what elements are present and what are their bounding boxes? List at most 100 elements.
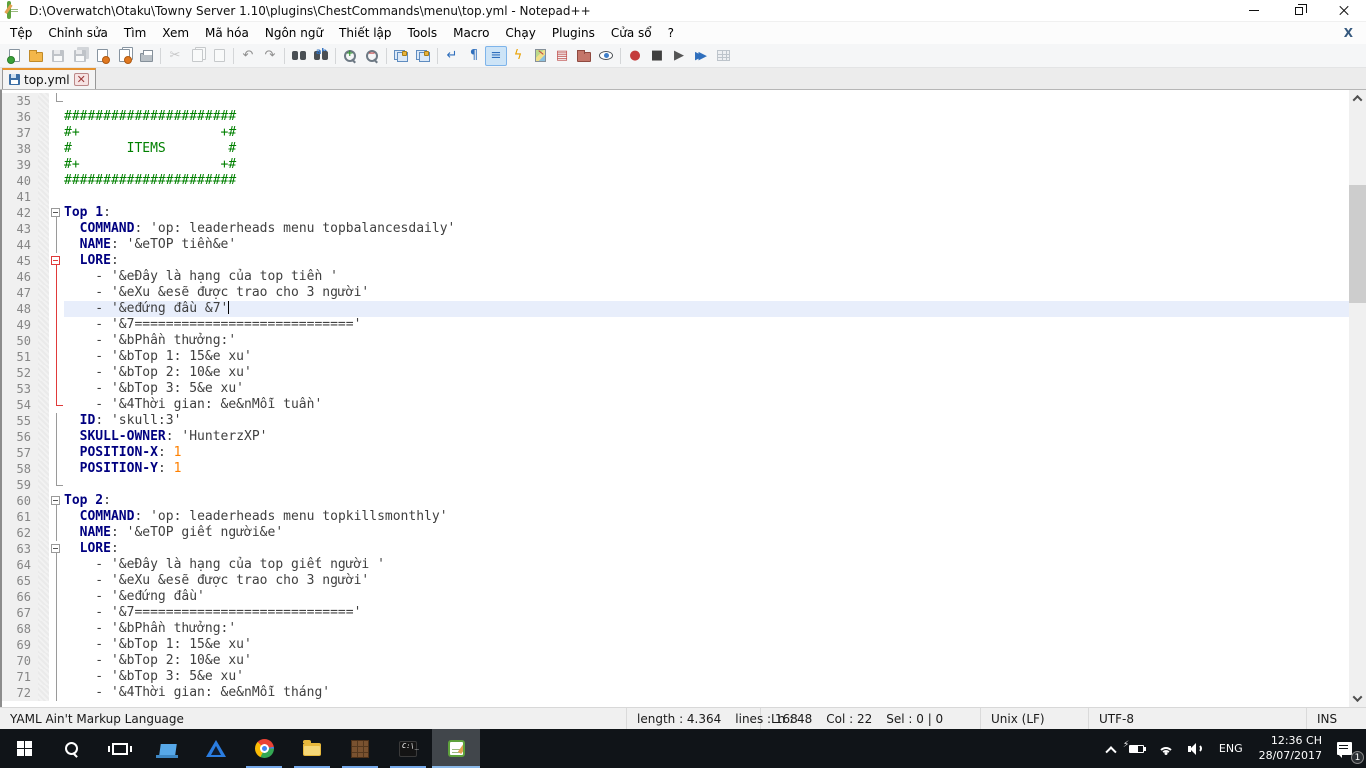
- fold-margin[interactable]: [49, 541, 64, 557]
- menu-run[interactable]: Chạy: [497, 23, 543, 43]
- menu-window[interactable]: Cửa sổ: [603, 23, 660, 43]
- fold-margin[interactable]: [49, 253, 64, 269]
- line-number: 51: [2, 349, 38, 365]
- save-all-icon[interactable]: [69, 46, 91, 66]
- code-line-47: 47 - '&eXu &esẽ được trao cho 3 người': [2, 285, 1349, 301]
- code-line-71: 71 - '&bTop 3: 5&e xu': [2, 669, 1349, 685]
- code-text: - '&4Thời gian: &e&nMỗi tuần': [64, 397, 1349, 413]
- zoom-out-icon[interactable]: −: [361, 46, 383, 66]
- menu-settings[interactable]: Thiết lập: [331, 23, 399, 43]
- menu-tools[interactable]: Tools: [400, 23, 446, 43]
- menu-file[interactable]: Tệp: [2, 23, 40, 43]
- menu-macro[interactable]: Macro: [445, 23, 497, 43]
- scroll-down-arrow[interactable]: [1349, 690, 1366, 707]
- sync-horizontal-icon[interactable]: [412, 46, 434, 66]
- desktop: D:\Overwatch\Otaku\Towny Server 1.10\plu…: [0, 0, 1366, 768]
- line-number: 50: [2, 333, 38, 349]
- battery-icon[interactable]: [1122, 729, 1151, 768]
- scrollbar-thumb[interactable]: [1349, 185, 1366, 303]
- blue-triangle-app-button[interactable]: [192, 729, 240, 768]
- menu-plugins[interactable]: Plugins: [544, 23, 603, 43]
- indent-guide-icon[interactable]: ≡: [485, 46, 507, 66]
- code-text: - '&4Thời gian: &e&nMỗi tháng': [64, 685, 1349, 701]
- open-icon[interactable]: [25, 46, 47, 66]
- paste-icon[interactable]: [208, 46, 230, 66]
- language-indicator[interactable]: ENG: [1211, 729, 1251, 768]
- vertical-scrollbar[interactable]: [1349, 90, 1366, 707]
- code-line-62: 62 NAME: '&eTOP giết người&e': [2, 525, 1349, 541]
- close-button[interactable]: [1321, 0, 1366, 21]
- restore-button[interactable]: [1276, 0, 1321, 21]
- macro-run-multi-icon[interactable]: ▶▶: [690, 46, 712, 66]
- find-icon[interactable]: [288, 46, 310, 66]
- eol-format-label[interactable]: Unix (LF): [981, 708, 1089, 729]
- redo-icon[interactable]: ↷: [259, 46, 281, 66]
- task-view-button[interactable]: [96, 729, 144, 768]
- code-line-42: 42Top 1:: [2, 205, 1349, 221]
- line-number: 70: [2, 653, 38, 669]
- folder-workspace-icon[interactable]: [573, 46, 595, 66]
- new-file-icon[interactable]: [3, 46, 25, 66]
- insert-mode-label[interactable]: INS: [1307, 708, 1366, 729]
- macro-save-icon[interactable]: [712, 46, 734, 66]
- fold-margin: [49, 189, 64, 205]
- doc-switcher-icon[interactable]: ▤: [551, 46, 573, 66]
- tray-chevron-up-icon[interactable]: [1100, 729, 1122, 768]
- menu-help[interactable]: ?: [660, 23, 682, 43]
- doc-map-icon[interactable]: [529, 46, 551, 66]
- tab-close-icon[interactable]: ✕: [74, 73, 89, 86]
- replace-icon[interactable]: ab: [310, 46, 332, 66]
- length-lines-pane: length : 4.364 lines : 168: [627, 708, 761, 729]
- menu-view[interactable]: Xem: [154, 23, 197, 43]
- command-prompt-button[interactable]: C:\_: [384, 729, 432, 768]
- menu-edit[interactable]: Chỉnh sửa: [40, 23, 116, 43]
- word-wrap-icon[interactable]: ↵: [441, 46, 463, 66]
- undo-icon[interactable]: ↶: [237, 46, 259, 66]
- encoding-label[interactable]: UTF-8: [1089, 708, 1307, 729]
- fold-margin[interactable]: [49, 205, 64, 221]
- sync-vertical-icon[interactable]: [390, 46, 412, 66]
- show-all-chars-icon[interactable]: ¶: [463, 46, 485, 66]
- fold-margin: [49, 573, 64, 589]
- file-explorer-button[interactable]: [288, 729, 336, 768]
- action-center-icon[interactable]: 1: [1330, 729, 1366, 768]
- close-doc-icon[interactable]: [91, 46, 113, 66]
- cut-icon[interactable]: ✂: [164, 46, 186, 66]
- code-line-53: 53 - '&bTop 3: 5&e xu': [2, 381, 1349, 397]
- search-button[interactable]: [48, 729, 96, 768]
- macro-record-icon[interactable]: ●: [624, 46, 646, 66]
- close-all-icon[interactable]: [113, 46, 135, 66]
- close-document-x[interactable]: X: [1339, 24, 1358, 42]
- notification-badge: 1: [1351, 751, 1364, 764]
- menu-search[interactable]: Tìm: [116, 23, 154, 43]
- fold-margin: [49, 221, 64, 237]
- clock[interactable]: 12:36 CH 28/07/2017: [1251, 729, 1330, 768]
- chrome-button[interactable]: [240, 729, 288, 768]
- macro-play-icon[interactable]: ▶: [668, 46, 690, 66]
- volume-icon[interactable]: [1181, 729, 1211, 768]
- zoom-in-icon[interactable]: +: [339, 46, 361, 66]
- minecraft-button[interactable]: [336, 729, 384, 768]
- line-number: 65: [2, 573, 38, 589]
- menu-language[interactable]: Ngôn ngữ: [257, 23, 331, 43]
- copy-icon[interactable]: [186, 46, 208, 66]
- system-tray: ENG 12:36 CH 28/07/2017 1: [1100, 729, 1366, 768]
- tab-top-yml[interactable]: top.yml ✕: [2, 68, 96, 89]
- fold-margin[interactable]: [49, 493, 64, 509]
- display-app-button[interactable]: [144, 729, 192, 768]
- notepad-plus-plus-button[interactable]: [432, 729, 480, 768]
- wifi-icon[interactable]: [1151, 729, 1181, 768]
- fold-margin: [49, 317, 64, 333]
- print-icon[interactable]: [135, 46, 157, 66]
- function-list-icon[interactable]: ϟ: [507, 46, 529, 66]
- menu-encoding[interactable]: Mã hóa: [197, 23, 257, 43]
- editor-area[interactable]: 3536######################37#+ +#38# ITE…: [0, 90, 1366, 707]
- save-icon[interactable]: [47, 46, 69, 66]
- monitoring-eye-icon[interactable]: [595, 46, 617, 66]
- npp-icon: [448, 740, 465, 757]
- start-button[interactable]: [0, 729, 48, 768]
- code-view[interactable]: 3536######################37#+ +#38# ITE…: [2, 90, 1349, 707]
- minimize-button[interactable]: [1231, 0, 1276, 21]
- scroll-up-arrow[interactable]: [1349, 90, 1366, 107]
- macro-stop-icon[interactable]: ■: [646, 46, 668, 66]
